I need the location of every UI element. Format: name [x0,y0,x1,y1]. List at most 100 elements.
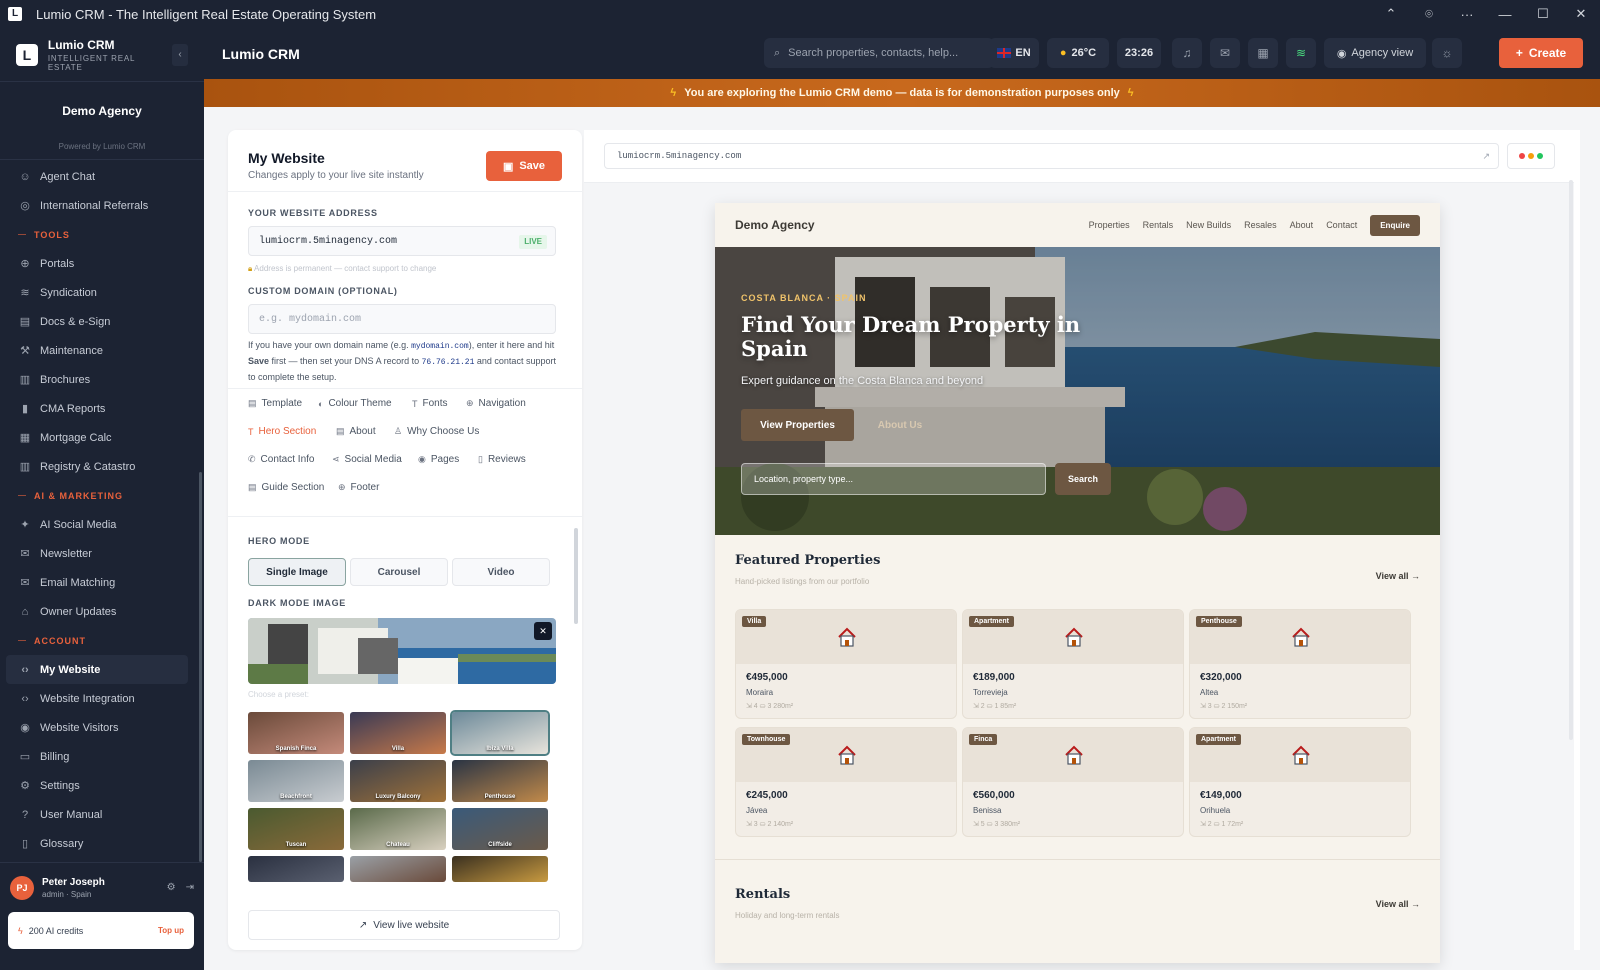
tab-reviews[interactable]: ▯ Reviews [478,454,526,465]
agency-view-toggle[interactable]: ◉ Agency view [1324,38,1426,68]
sidebar-item-agent-chat[interactable]: ☺ Agent Chat [0,162,204,191]
site-nav-contact[interactable]: Contact [1326,220,1357,230]
weather-widget[interactable]: ● 26°C [1047,38,1109,68]
sidebar-item-glossary[interactable]: ▯ Glossary [0,829,204,858]
featured-view-all-link[interactable]: View all → [1376,571,1420,581]
chevron-up-icon[interactable]: ⌃ [1372,0,1410,28]
bell-icon[interactable]: ♫ [1172,38,1202,68]
preset-thumbnail[interactable]: Beachfront [248,760,344,802]
sidebar-item-registry-catastro[interactable]: ▥ Registry & Catastro [0,452,204,481]
preset-thumbnail[interactable]: Penthouse [452,760,548,802]
tab-contact-info[interactable]: ✆ Contact Info [248,454,314,465]
sidebar-item-maintenance[interactable]: ⚒ Maintenance [0,336,204,365]
language-selector[interactable]: EN [989,38,1039,68]
tab-guide-section[interactable]: ▤ Guide Section [248,482,324,493]
minimize-button[interactable]: — [1486,0,1524,28]
view-live-website-button[interactable]: ↗ View live website [248,910,560,940]
preset-thumbnail[interactable]: Ibiza Villa [450,710,550,756]
site-nav-rentals[interactable]: Rentals [1143,220,1174,230]
sidebar-item-international-referrals[interactable]: ◎ International Referrals [0,191,204,220]
sidebar-scrollbar[interactable] [199,472,202,862]
site-nav-about[interactable]: About [1290,220,1314,230]
tab-pages[interactable]: ◉ Pages [418,454,459,465]
hero-mode-video[interactable]: Video [452,558,550,586]
remove-image-button[interactable]: ✕ [534,622,552,640]
preset-thumbnail[interactable]: Cliffside [452,808,548,850]
sidebar-item-user-manual[interactable]: ? User Manual [0,800,204,829]
property-card[interactable]: Apartment €189,000 Torrevieja ⇲ 2 ⛀ 1 85m² [962,609,1184,719]
tab-footer[interactable]: ⊕ Footer [338,482,379,493]
sidebar-item-portals[interactable]: ⊕ Portals [0,249,204,278]
tab-hero-section[interactable]: T Hero Section [248,426,316,437]
save-button[interactable]: ▣ Save [486,151,562,181]
preset-thumbnail[interactable] [452,856,548,882]
open-external-icon[interactable]: ↗ [1482,151,1490,162]
tab-colour-theme[interactable]: ◐ Colour Theme [318,398,392,409]
tab-fonts[interactable]: T Fonts [412,398,448,409]
sidebar-item-website-visitors[interactable]: ◉ Website Visitors [0,713,204,742]
enquire-button[interactable]: Enquire [1370,214,1420,236]
sidebar-item-mortgage-calc[interactable]: ▦ Mortgage Calc [0,423,204,452]
sidebar-item-email-matching[interactable]: ✉ Email Matching [0,568,204,597]
preset-thumbnail[interactable]: Luxury Balcony [350,760,446,802]
sidebar-item-my-website[interactable]: ‹› My Website [6,655,188,684]
sidebar-item-billing[interactable]: ▭ Billing [0,742,204,771]
grid-icon[interactable]: ▦ [1248,38,1278,68]
rentals-view-all-link[interactable]: View all → [1376,899,1420,909]
tab-template[interactable]: ▤ Template [248,398,302,409]
tab-about[interactable]: ▤ About [336,426,376,437]
more-options-icon[interactable]: ··· [1448,0,1486,28]
sidebar-item-cma-reports[interactable]: ▮ CMA Reports [0,394,204,423]
tab-why-choose-us[interactable]: ♙ Why Choose Us [394,426,479,437]
sidebar-item-syndication[interactable]: ≋ Syndication [0,278,204,307]
view-properties-button[interactable]: View Properties [741,409,854,441]
property-card[interactable]: Apartment €149,000 Orihuela ⇲ 2 ⛀ 1 72m² [1189,727,1411,837]
preview-url-bar[interactable]: lumiocrm.5minagency.com ↗ [604,143,1499,169]
user-settings-icon[interactable]: ⚙ [167,882,176,893]
collapse-sidebar-icon[interactable]: ‹ [172,43,188,66]
sidebar-item-owner-updates[interactable]: ⌂ Owner Updates [0,597,204,626]
sidebar-item-brochures[interactable]: ▥ Brochures [0,365,204,394]
avatar[interactable]: PJ [10,875,34,900]
dark-mode-image-preview[interactable]: ✕ [248,618,556,684]
theme-sun-icon[interactable]: ☼ [1432,38,1462,68]
sidebar-item-website-integration[interactable]: ‹› Website Integration [0,684,204,713]
preview-scrollbar[interactable] [1569,180,1573,740]
property-card[interactable]: Penthouse €320,000 Altea ⇲ 3 ⛀ 2 150m² [1189,609,1411,719]
location-pin-icon[interactable]: ⌾ [1410,0,1448,28]
preset-thumbnail[interactable] [350,856,446,882]
maximize-button[interactable]: ☐ [1524,0,1562,28]
top-up-link[interactable]: Top up [158,926,184,935]
logout-icon[interactable]: ⇥ [186,882,194,893]
editor-scrollbar[interactable] [574,528,578,624]
site-nav-resales[interactable]: Resales [1244,220,1277,230]
mail-icon[interactable]: ✉ [1210,38,1240,68]
sidebar-item-docs-e-sign[interactable]: ▤ Docs & e-Sign [0,307,204,336]
user-profile[interactable]: PJ Peter Joseph admin · Spain ⚙ ⇥ [0,862,204,912]
hero-search-button[interactable]: Search [1055,463,1111,495]
sidebar-item-settings[interactable]: ⚙ Settings [0,771,204,800]
tab-social-media[interactable]: ⋖ Social Media [332,454,402,465]
preset-thumbnail[interactable]: Villa [350,712,446,754]
sidebar-item-newsletter[interactable]: ✉ Newsletter [0,539,204,568]
property-card[interactable]: Finca €560,000 Benissa ⇲ 5 ⛀ 3 380m² [962,727,1184,837]
hero-mode-carousel[interactable]: Carousel [350,558,448,586]
preset-thumbnail[interactable] [248,856,344,882]
preset-thumbnail[interactable]: Chateau [350,808,446,850]
property-card[interactable]: Villa €495,000 Moraira ⇲ 4 ⛀ 3 280m² [735,609,957,719]
search-input[interactable]: ⌕ Search properties, contacts, help... [764,38,994,68]
sidebar-item-ai-social-media[interactable]: ✦ AI Social Media [0,510,204,539]
hero-search-input[interactable]: Location, property type... [741,463,1046,495]
preset-thumbnail[interactable]: Tuscan [248,808,344,850]
preset-thumbnail[interactable]: Spanish Finca [248,712,344,754]
hero-mode-single-image[interactable]: Single Image [248,558,346,586]
about-us-button[interactable]: About Us [865,409,935,441]
property-card[interactable]: Townhouse €245,000 Jávea ⇲ 3 ⛀ 2 140m² [735,727,957,837]
close-window-button[interactable]: ✕ [1562,0,1600,28]
site-nav-new-builds[interactable]: New Builds [1186,220,1231,230]
tab-navigation[interactable]: ⊕ Navigation [466,398,526,409]
site-nav-properties[interactable]: Properties [1089,220,1130,230]
wifi-status-icon[interactable]: ≋ [1286,38,1316,68]
site-logo[interactable]: Demo Agency [735,218,815,232]
create-button[interactable]: + Create [1499,38,1583,68]
